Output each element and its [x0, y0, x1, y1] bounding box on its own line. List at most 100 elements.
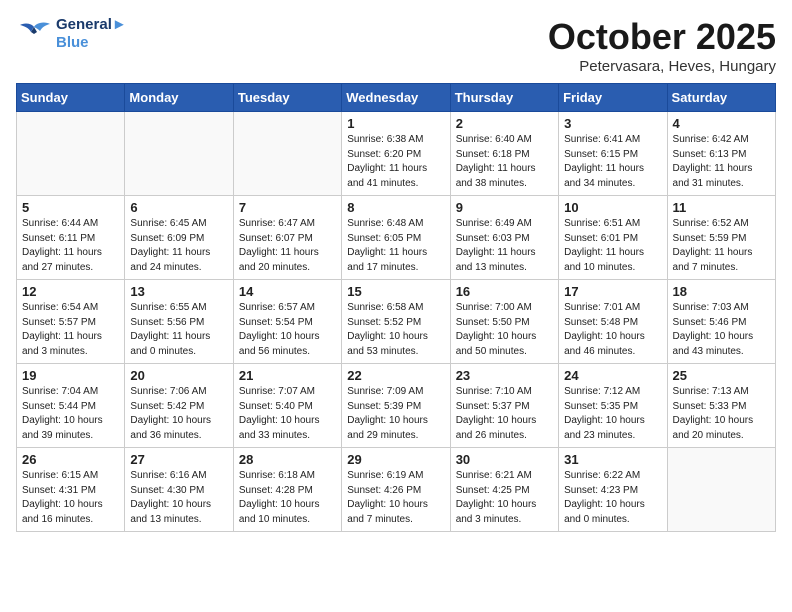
- calendar-cell: 26Sunrise: 6:15 AM Sunset: 4:31 PM Dayli…: [17, 448, 125, 532]
- day-info: Sunrise: 6:40 AM Sunset: 6:18 PM Dayligh…: [456, 133, 553, 191]
- day-info: Sunrise: 6:45 AM Sunset: 6:09 PM Dayligh…: [130, 217, 227, 275]
- calendar-cell: 6 Sunrise: 6:45 AM Sunset: 6:09 PM Daylig…: [125, 196, 233, 280]
- day-number: 9: [456, 200, 553, 215]
- calendar-cell: 13 Sunrise: 6:55 AM Sunset: 5:56 PM Dayli…: [125, 280, 233, 364]
- day-info: Sunrise: 6:52 AM Sunset: 5:59 PM Dayligh…: [673, 217, 770, 275]
- day-info: Sunrise: 7:09 AM Sunset: 5:39 PM Dayligh…: [347, 385, 444, 443]
- calendar-cell: 11 Sunrise: 6:52 AM Sunset: 5:59 PM Dayli…: [667, 196, 775, 280]
- page-header: General► Blue October 2025 Petervasara, …: [16, 16, 776, 75]
- month-title: October 2025: [548, 16, 776, 58]
- weekday-header-row: SundayMondayTuesdayWednesdayThursdayFrid…: [17, 84, 776, 112]
- day-number: 1: [347, 116, 444, 131]
- day-number: 11: [673, 200, 770, 215]
- calendar-table: SundayMondayTuesdayWednesdayThursdayFrid…: [16, 83, 776, 532]
- calendar-week-2: 5Sunrise: 6:44 AM Sunset: 6:11 PM Daylig…: [17, 196, 776, 280]
- day-number: 4: [673, 116, 770, 131]
- day-info: Sunrise: 7:06 AM Sunset: 5:42 PM Dayligh…: [130, 385, 227, 443]
- calendar-cell: 15 Sunrise: 6:58 AM Sunset: 5:52 PM Dayli…: [342, 280, 450, 364]
- day-info: Sunrise: 6:57 AM Sunset: 5:54 PM Dayligh…: [239, 301, 336, 359]
- calendar-cell: 12Sunrise: 6:54 AM Sunset: 5:57 PM Dayli…: [17, 280, 125, 364]
- weekday-header-monday: Monday: [125, 84, 233, 112]
- calendar-cell: 5Sunrise: 6:44 AM Sunset: 6:11 PM Daylig…: [17, 196, 125, 280]
- day-number: 28: [239, 452, 336, 467]
- logo-icon: [16, 19, 52, 49]
- calendar-cell: 1 Sunrise: 6:38 AM Sunset: 6:20 PM Daylig…: [342, 112, 450, 196]
- day-info: Sunrise: 6:15 AM Sunset: 4:31 PM Dayligh…: [22, 469, 119, 527]
- day-info: Sunrise: 6:55 AM Sunset: 5:56 PM Dayligh…: [130, 301, 227, 359]
- calendar-cell: [233, 112, 341, 196]
- calendar-cell: 17 Sunrise: 7:01 AM Sunset: 5:48 PM Dayli…: [559, 280, 667, 364]
- day-number: 30: [456, 452, 553, 467]
- day-number: 25: [673, 368, 770, 383]
- day-number: 6: [130, 200, 227, 215]
- day-number: 2: [456, 116, 553, 131]
- day-info: Sunrise: 6:19 AM Sunset: 4:26 PM Dayligh…: [347, 469, 444, 527]
- weekday-header-wednesday: Wednesday: [342, 84, 450, 112]
- day-info: Sunrise: 6:51 AM Sunset: 6:01 PM Dayligh…: [564, 217, 661, 275]
- calendar-week-4: 19 Sunrise: 7:04 AM Sunset: 5:44 PM Dayli…: [17, 364, 776, 448]
- location-subtitle: Petervasara, Heves, Hungary: [548, 58, 776, 75]
- calendar-week-3: 12Sunrise: 6:54 AM Sunset: 5:57 PM Dayli…: [17, 280, 776, 364]
- day-info: Sunrise: 7:00 AM Sunset: 5:50 PM Dayligh…: [456, 301, 553, 359]
- day-info: Sunrise: 6:38 AM Sunset: 6:20 PM Dayligh…: [347, 133, 444, 191]
- calendar-cell: [667, 448, 775, 532]
- calendar-cell: 25 Sunrise: 7:13 AM Sunset: 5:33 PM Dayli…: [667, 364, 775, 448]
- day-info: Sunrise: 6:18 AM Sunset: 4:28 PM Dayligh…: [239, 469, 336, 527]
- day-info: Sunrise: 7:04 AM Sunset: 5:44 PM Dayligh…: [22, 385, 119, 443]
- day-number: 10: [564, 200, 661, 215]
- calendar-cell: 2 Sunrise: 6:40 AM Sunset: 6:18 PM Daylig…: [450, 112, 558, 196]
- calendar-cell: 20Sunrise: 7:06 AM Sunset: 5:42 PM Dayli…: [125, 364, 233, 448]
- day-number: 18: [673, 284, 770, 299]
- day-number: 15: [347, 284, 444, 299]
- calendar-cell: 29Sunrise: 6:19 AM Sunset: 4:26 PM Dayli…: [342, 448, 450, 532]
- calendar-cell: [125, 112, 233, 196]
- calendar-cell: 31Sunrise: 6:22 AM Sunset: 4:23 PM Dayli…: [559, 448, 667, 532]
- day-number: 21: [239, 368, 336, 383]
- weekday-header-saturday: Saturday: [667, 84, 775, 112]
- calendar-cell: 23 Sunrise: 7:10 AM Sunset: 5:37 PM Dayli…: [450, 364, 558, 448]
- calendar-cell: [17, 112, 125, 196]
- day-number: 31: [564, 452, 661, 467]
- day-info: Sunrise: 7:03 AM Sunset: 5:46 PM Dayligh…: [673, 301, 770, 359]
- day-number: 16: [456, 284, 553, 299]
- logo-text: General► Blue: [56, 16, 127, 52]
- logo: General► Blue: [16, 16, 127, 52]
- calendar-cell: 9Sunrise: 6:49 AM Sunset: 6:03 PM Daylig…: [450, 196, 558, 280]
- day-info: Sunrise: 6:21 AM Sunset: 4:25 PM Dayligh…: [456, 469, 553, 527]
- calendar-cell: 14 Sunrise: 6:57 AM Sunset: 5:54 PM Dayli…: [233, 280, 341, 364]
- calendar-cell: 28 Sunrise: 6:18 AM Sunset: 4:28 PM Dayli…: [233, 448, 341, 532]
- day-number: 27: [130, 452, 227, 467]
- day-info: Sunrise: 6:42 AM Sunset: 6:13 PM Dayligh…: [673, 133, 770, 191]
- calendar-cell: 19 Sunrise: 7:04 AM Sunset: 5:44 PM Dayli…: [17, 364, 125, 448]
- day-number: 23: [456, 368, 553, 383]
- day-number: 17: [564, 284, 661, 299]
- day-info: Sunrise: 7:07 AM Sunset: 5:40 PM Dayligh…: [239, 385, 336, 443]
- calendar-cell: 18 Sunrise: 7:03 AM Sunset: 5:46 PM Dayli…: [667, 280, 775, 364]
- weekday-header-sunday: Sunday: [17, 84, 125, 112]
- day-number: 7: [239, 200, 336, 215]
- day-number: 12: [22, 284, 119, 299]
- weekday-header-friday: Friday: [559, 84, 667, 112]
- day-info: Sunrise: 6:58 AM Sunset: 5:52 PM Dayligh…: [347, 301, 444, 359]
- calendar-cell: 10 Sunrise: 6:51 AM Sunset: 6:01 PM Dayli…: [559, 196, 667, 280]
- calendar-cell: 27 Sunrise: 6:16 AM Sunset: 4:30 PM Dayli…: [125, 448, 233, 532]
- day-info: Sunrise: 6:47 AM Sunset: 6:07 PM Dayligh…: [239, 217, 336, 275]
- calendar-week-5: 26Sunrise: 6:15 AM Sunset: 4:31 PM Dayli…: [17, 448, 776, 532]
- day-number: 14: [239, 284, 336, 299]
- day-info: Sunrise: 7:10 AM Sunset: 5:37 PM Dayligh…: [456, 385, 553, 443]
- day-info: Sunrise: 7:01 AM Sunset: 5:48 PM Dayligh…: [564, 301, 661, 359]
- day-info: Sunrise: 7:12 AM Sunset: 5:35 PM Dayligh…: [564, 385, 661, 443]
- day-number: 19: [22, 368, 119, 383]
- day-info: Sunrise: 6:44 AM Sunset: 6:11 PM Dayligh…: [22, 217, 119, 275]
- calendar-cell: 4 Sunrise: 6:42 AM Sunset: 6:13 PM Daylig…: [667, 112, 775, 196]
- day-info: Sunrise: 6:16 AM Sunset: 4:30 PM Dayligh…: [130, 469, 227, 527]
- day-info: Sunrise: 6:48 AM Sunset: 6:05 PM Dayligh…: [347, 217, 444, 275]
- weekday-header-tuesday: Tuesday: [233, 84, 341, 112]
- day-number: 22: [347, 368, 444, 383]
- calendar-cell: 22 Sunrise: 7:09 AM Sunset: 5:39 PM Dayli…: [342, 364, 450, 448]
- day-number: 8: [347, 200, 444, 215]
- calendar-cell: 7 Sunrise: 6:47 AM Sunset: 6:07 PM Daylig…: [233, 196, 341, 280]
- calendar-cell: 8 Sunrise: 6:48 AM Sunset: 6:05 PM Daylig…: [342, 196, 450, 280]
- day-info: Sunrise: 7:13 AM Sunset: 5:33 PM Dayligh…: [673, 385, 770, 443]
- day-number: 13: [130, 284, 227, 299]
